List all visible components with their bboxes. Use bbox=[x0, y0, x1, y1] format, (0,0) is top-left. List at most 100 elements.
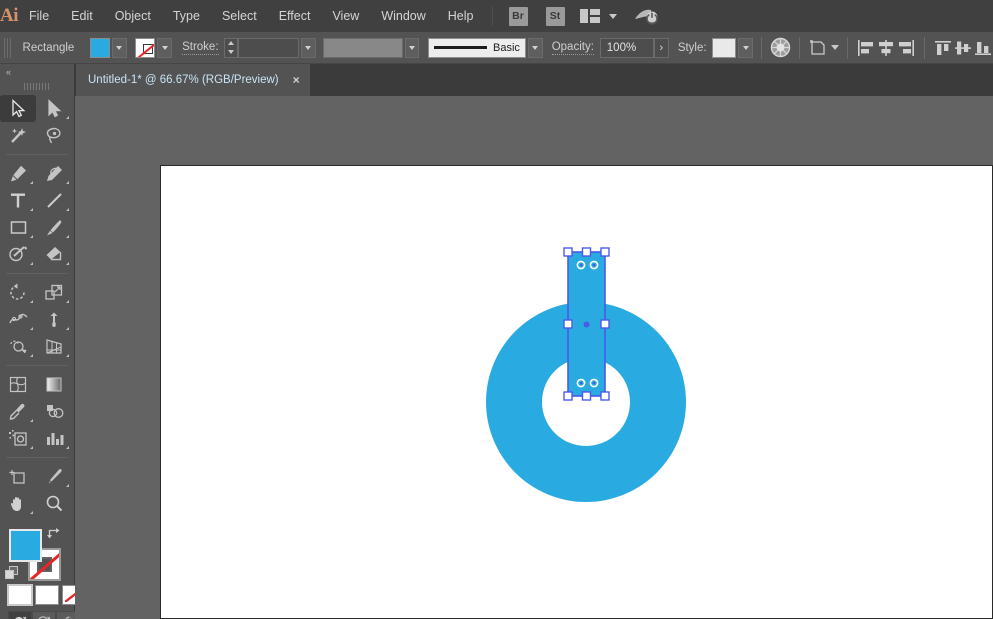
column-graph-tool[interactable] bbox=[36, 425, 72, 452]
brush-dropdown[interactable] bbox=[527, 37, 543, 58]
hand-tool[interactable] bbox=[0, 490, 36, 517]
tool-divider bbox=[6, 457, 68, 458]
menu-object[interactable]: Object bbox=[104, 0, 162, 32]
document-tab-title: Untitled-1* @ 66.67% (RGB/Preview) bbox=[88, 74, 279, 86]
fill-color-swatch[interactable] bbox=[89, 37, 111, 58]
selected-tool-label: Rectangle bbox=[22, 41, 75, 54]
brush-name-label: Basic bbox=[493, 41, 520, 54]
tools-panel-grip[interactable] bbox=[0, 79, 74, 93]
eyedropper-tool[interactable] bbox=[0, 398, 36, 425]
stroke-weight-label[interactable]: Stroke: bbox=[182, 41, 219, 55]
tool-divider bbox=[6, 154, 68, 155]
chevron-down-icon[interactable] bbox=[608, 13, 617, 19]
opacity-input[interactable]: 100% bbox=[599, 37, 655, 58]
menu-view[interactable]: View bbox=[321, 0, 370, 32]
artwork-layer[interactable] bbox=[75, 96, 993, 619]
draw-behind-button[interactable] bbox=[32, 611, 56, 619]
control-bar-grip[interactable] bbox=[4, 37, 12, 58]
align-top-icon[interactable] bbox=[933, 36, 953, 60]
align-vertical-center-icon[interactable] bbox=[953, 36, 973, 60]
menu-select[interactable]: Select bbox=[211, 0, 268, 32]
color-controls bbox=[0, 523, 86, 619]
paintbrush-tool[interactable] bbox=[36, 214, 72, 241]
menu-file[interactable]: File bbox=[18, 0, 60, 32]
recolor-artwork-icon[interactable] bbox=[770, 36, 791, 60]
width-tool[interactable] bbox=[0, 306, 36, 333]
illustrator-window: Ai File Edit Object Type Select Effect V… bbox=[0, 0, 993, 619]
free-transform-tool[interactable] bbox=[36, 306, 72, 333]
rotate-tool[interactable] bbox=[0, 279, 36, 306]
magic-wand-tool[interactable] bbox=[0, 122, 36, 149]
brush-stroke-preview bbox=[433, 46, 488, 49]
slice-tool[interactable] bbox=[36, 463, 72, 490]
align-right-icon[interactable] bbox=[896, 36, 916, 60]
symbol-sprayer-tool[interactable] bbox=[0, 425, 36, 452]
shaper-tool[interactable] bbox=[0, 241, 36, 268]
canvas-area[interactable] bbox=[75, 96, 993, 619]
align-bottom-icon[interactable] bbox=[973, 36, 993, 60]
bridge-button[interactable]: Br bbox=[508, 6, 528, 26]
tool-divider bbox=[6, 365, 68, 366]
direct-selection-tool[interactable] bbox=[36, 95, 72, 122]
menu-window[interactable]: Window bbox=[370, 0, 436, 32]
rectangle-tool[interactable] bbox=[0, 214, 36, 241]
variable-width-dropdown[interactable] bbox=[404, 37, 420, 58]
curvature-tool[interactable] bbox=[36, 160, 72, 187]
menu-effect[interactable]: Effect bbox=[268, 0, 322, 32]
menu-edit[interactable]: Edit bbox=[60, 0, 104, 32]
line-segment-tool[interactable] bbox=[36, 187, 72, 214]
fill-color-dropdown[interactable] bbox=[112, 37, 127, 58]
style-label: Style: bbox=[677, 41, 707, 54]
control-divider bbox=[760, 36, 762, 59]
align-horizontal-center-icon[interactable] bbox=[876, 36, 896, 60]
stroke-weight-stepper[interactable] bbox=[224, 37, 239, 58]
shape-builder-tool[interactable] bbox=[0, 333, 36, 360]
selection-tool[interactable] bbox=[0, 95, 36, 122]
transform-icon[interactable] bbox=[808, 36, 828, 60]
fill-color-indicator[interactable] bbox=[9, 529, 42, 562]
zoom-tool[interactable] bbox=[36, 490, 72, 517]
stroke-color-dropdown[interactable] bbox=[157, 37, 173, 58]
pen-tool[interactable] bbox=[0, 160, 36, 187]
stroke-color-swatch[interactable] bbox=[135, 37, 156, 58]
graphic-style-dropdown[interactable] bbox=[738, 37, 753, 58]
control-bar: Rectangle Stroke: Basic Opacity: 100% › … bbox=[0, 32, 993, 64]
graphic-style-swatch[interactable] bbox=[712, 37, 737, 58]
swap-fill-stroke-icon[interactable] bbox=[46, 526, 62, 542]
perspective-grid-tool[interactable] bbox=[36, 333, 72, 360]
align-left-icon[interactable] bbox=[855, 36, 875, 60]
brush-definition-swatch[interactable]: Basic bbox=[427, 37, 526, 58]
tool-group-paint bbox=[0, 369, 74, 454]
default-fill-stroke-icon[interactable] bbox=[4, 565, 20, 581]
variable-width-profile-input[interactable] bbox=[323, 37, 403, 58]
menu-bar-right-group: Br St bbox=[485, 0, 993, 32]
gradient-mode-button[interactable] bbox=[35, 585, 59, 605]
arrange-documents-icon[interactable] bbox=[579, 9, 600, 23]
tool-group-selection bbox=[0, 93, 74, 151]
menu-help[interactable]: Help bbox=[437, 0, 485, 32]
transform-chevron-down-icon[interactable] bbox=[830, 45, 839, 50]
artboard-tool[interactable] bbox=[0, 463, 36, 490]
stroke-weight-dropdown[interactable] bbox=[301, 37, 316, 58]
app-logo: Ai bbox=[0, 5, 19, 26]
opacity-label[interactable]: Opacity: bbox=[551, 41, 594, 55]
stroke-weight-input[interactable] bbox=[238, 37, 300, 58]
gradient-tool[interactable] bbox=[36, 371, 72, 398]
mesh-tool[interactable] bbox=[0, 371, 36, 398]
collapse-panel-button[interactable]: « bbox=[0, 64, 74, 79]
double-chevron-left-icon: « bbox=[6, 66, 11, 77]
lasso-tool[interactable] bbox=[36, 122, 72, 149]
color-mode-button[interactable] bbox=[7, 584, 33, 606]
menu-type[interactable]: Type bbox=[162, 0, 211, 32]
blend-tool[interactable] bbox=[36, 398, 72, 425]
draw-normal-button[interactable] bbox=[8, 611, 32, 619]
type-tool[interactable] bbox=[0, 187, 36, 214]
opacity-options-arrow[interactable]: › bbox=[654, 37, 669, 58]
eraser-tool[interactable] bbox=[36, 241, 72, 268]
scale-tool[interactable] bbox=[36, 279, 72, 306]
stock-button[interactable]: St bbox=[545, 6, 565, 26]
close-icon[interactable]: × bbox=[293, 73, 300, 87]
document-tab[interactable]: Untitled-1* @ 66.67% (RGB/Preview) × bbox=[76, 64, 310, 96]
workspace-switcher-icon[interactable] bbox=[633, 6, 659, 26]
tool-group-navigation bbox=[0, 461, 74, 519]
